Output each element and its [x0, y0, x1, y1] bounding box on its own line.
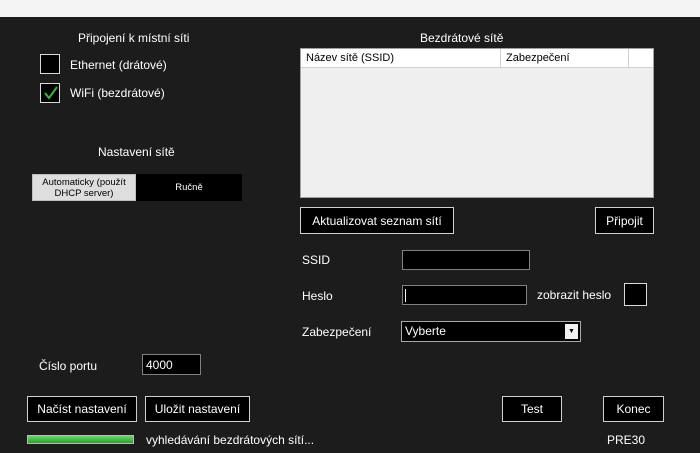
- ethernet-label: Ethernet (drátové): [70, 58, 167, 72]
- connect-button[interactable]: Připojit: [595, 207, 654, 234]
- version-label: PRE30: [607, 433, 646, 447]
- save-settings-button[interactable]: Uložit nastavení: [145, 396, 250, 422]
- ssid-label: SSID: [302, 253, 331, 267]
- ethernet-checkbox[interactable]: [40, 54, 60, 74]
- security-selected-value: Vyberte: [405, 324, 446, 338]
- network-settings-title: Nastavení sítě: [98, 145, 175, 159]
- refresh-networks-button[interactable]: Aktualizovat seznam sítí: [300, 207, 454, 234]
- column-ssid[interactable]: Název sítě (SSID): [301, 49, 501, 67]
- wifi-checkbox[interactable]: [40, 83, 60, 103]
- ssid-input[interactable]: [402, 250, 530, 270]
- progress-fill: [28, 436, 133, 443]
- checkmark-icon: [44, 86, 58, 100]
- wireless-title: Bezdrátové sítě: [420, 31, 504, 45]
- password-input[interactable]: [402, 285, 527, 305]
- scan-progress-bar: [27, 435, 134, 444]
- exit-button[interactable]: Konec: [603, 396, 664, 422]
- show-password-label: zobrazit heslo: [537, 288, 612, 302]
- password-label: Heslo: [302, 289, 333, 303]
- local-connection-title: Připojení k místní síti: [78, 31, 190, 45]
- security-label: Zabezpečení: [302, 325, 372, 339]
- port-label: Číslo portu: [39, 359, 98, 373]
- wifi-label: WiFi (bezdrátové): [70, 86, 165, 100]
- window-top-strip: [0, 0, 700, 17]
- mode-auto-button[interactable]: Automaticky (použít DHCP server): [32, 174, 136, 201]
- load-settings-button[interactable]: Načíst nastavení: [27, 396, 137, 422]
- column-security[interactable]: Zabezpečení: [501, 49, 629, 67]
- status-text: vyhledávání bezdrátových sítí...: [146, 433, 315, 447]
- dropdown-arrow-icon[interactable]: ▼: [565, 324, 578, 339]
- wireless-network-list[interactable]: Název sítě (SSID) Zabezpečení: [300, 48, 654, 198]
- port-input[interactable]: 4000: [142, 354, 201, 375]
- test-button[interactable]: Test: [502, 396, 562, 422]
- text-caret: [405, 289, 406, 302]
- show-password-checkbox[interactable]: [624, 283, 647, 306]
- list-header: Název sítě (SSID) Zabezpečení: [301, 49, 653, 68]
- security-select[interactable]: Vyberte ▼: [401, 321, 581, 342]
- mode-manual-button[interactable]: Ručně: [136, 174, 242, 201]
